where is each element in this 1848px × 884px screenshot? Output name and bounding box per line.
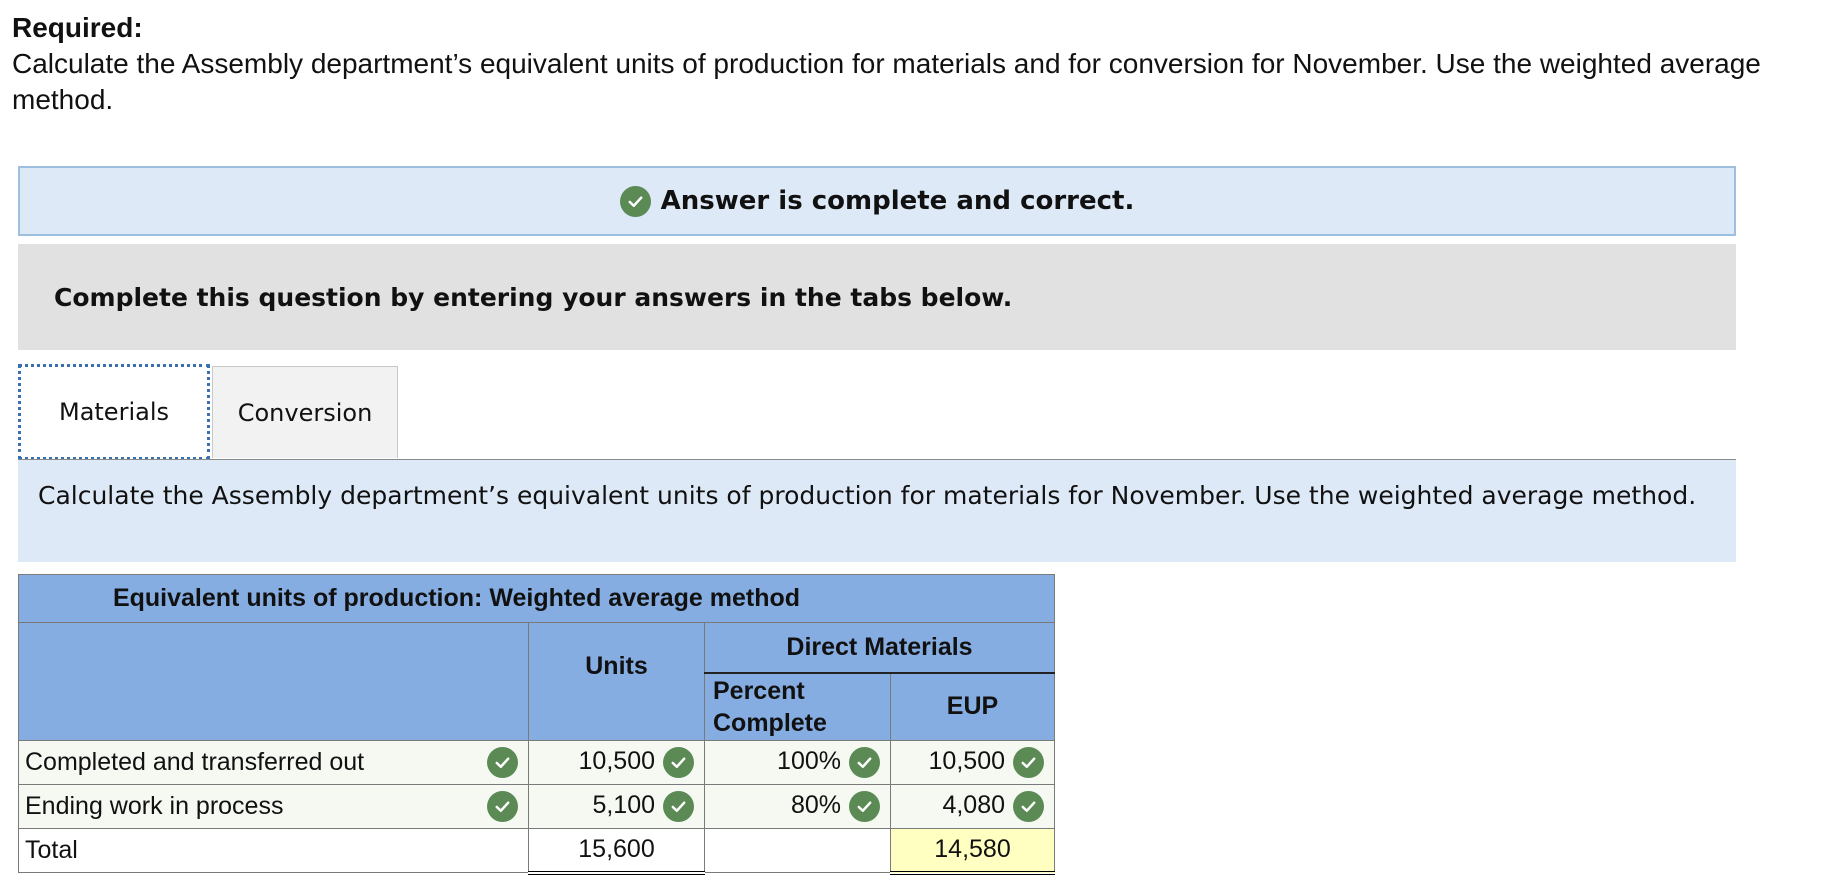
check-circle-icon	[487, 791, 518, 822]
total-label: Total	[25, 836, 78, 864]
answer-status-text: Answer is complete and correct.	[660, 186, 1135, 216]
units-value: 10,500	[578, 747, 655, 776]
eup-table: Equivalent units of production: Weighted…	[18, 574, 1055, 875]
row-label-cell: Ending work in process	[18, 784, 529, 829]
check-circle-icon	[1013, 747, 1044, 778]
required-section: Required: Calculate the Assembly departm…	[12, 10, 1792, 118]
units-cell[interactable]: 10,500	[528, 740, 705, 785]
total-label-cell: Total	[18, 828, 529, 873]
eup-cell[interactable]: 10,500	[890, 740, 1055, 785]
total-units-value: 15,600	[578, 835, 655, 864]
row-label: Ending work in process	[25, 792, 284, 820]
eup-value: 4,080	[942, 791, 1005, 820]
header-units: Units	[528, 622, 705, 741]
instructions-text: Complete this question by entering your …	[54, 282, 1013, 312]
table-title: Equivalent units of production: Weighted…	[18, 574, 1055, 623]
header-blank	[18, 622, 529, 741]
total-eup-value: 14,580	[934, 835, 1011, 864]
tab-materials[interactable]: Materials	[18, 364, 210, 460]
check-circle-icon	[663, 791, 694, 822]
tab-description: Calculate the Assembly department’s equi…	[18, 460, 1736, 562]
table-title-text: Equivalent units of production: Weighted…	[112, 584, 801, 612]
units-value: 5,100	[592, 791, 655, 820]
check-circle-icon	[849, 747, 880, 778]
tab-conversion[interactable]: Conversion	[212, 366, 398, 458]
table-row-total: Total 15,600 14,580	[18, 828, 1055, 875]
check-circle-icon	[487, 747, 518, 778]
check-circle-icon	[619, 185, 651, 217]
total-units-cell: 15,600	[528, 828, 705, 875]
percent-cell[interactable]: 80%	[704, 784, 891, 829]
check-circle-icon	[663, 747, 694, 778]
row-label-cell: Completed and transferred out	[18, 740, 529, 785]
check-circle-icon	[1013, 791, 1044, 822]
required-heading: Required:	[12, 12, 143, 43]
answer-status-banner: Answer is complete and correct.	[18, 166, 1736, 236]
percent-value: 80%	[790, 791, 841, 820]
tab-description-text: Calculate the Assembly department’s equi…	[38, 481, 1697, 510]
required-text: Calculate the Assembly department’s equi…	[12, 48, 1761, 115]
header-eup: EUP	[890, 671, 1055, 741]
header-direct-materials: Direct Materials	[704, 622, 1055, 673]
table-row: Ending work in process 5,100 80% 4,080	[18, 784, 1055, 829]
check-circle-icon	[849, 791, 880, 822]
eup-cell[interactable]: 4,080	[890, 784, 1055, 829]
header-percent-complete: Percent Complete	[704, 671, 891, 741]
eup-value: 10,500	[928, 747, 1005, 776]
percent-value: 100%	[777, 747, 841, 776]
total-eup-cell: 14,580	[890, 828, 1055, 875]
instructions-box: Complete this question by entering your …	[18, 244, 1736, 350]
total-percent-cell	[704, 828, 891, 873]
percent-cell[interactable]: 100%	[704, 740, 891, 785]
table-row: Completed and transferred out 10,500 100…	[18, 740, 1055, 785]
units-cell[interactable]: 5,100	[528, 784, 705, 829]
row-label: Completed and transferred out	[25, 748, 365, 776]
